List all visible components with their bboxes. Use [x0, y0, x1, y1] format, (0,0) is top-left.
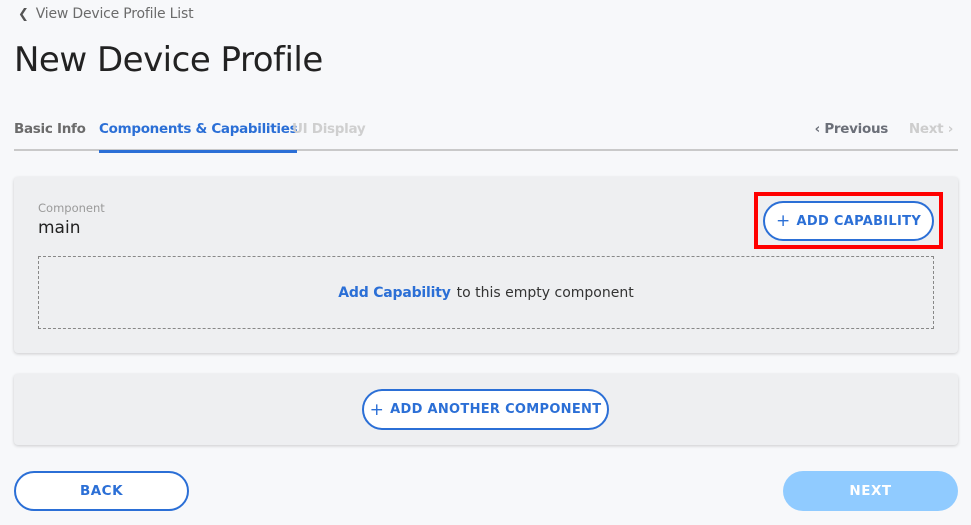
- previous-step-link[interactable]: ‹ Previous: [815, 121, 889, 137]
- add-capability-link[interactable]: Add Capability: [338, 285, 451, 301]
- plus-icon: +: [369, 399, 385, 420]
- add-another-component-button[interactable]: + ADD ANOTHER COMPONENT: [362, 389, 609, 430]
- next-button[interactable]: NEXT: [783, 471, 958, 511]
- add-component-card: + ADD ANOTHER COMPONENT: [14, 374, 958, 445]
- page-title: New Device Profile: [14, 40, 323, 80]
- component-name: main: [38, 218, 81, 238]
- back-to-list-link[interactable]: ❮ View Device Profile List: [18, 6, 194, 22]
- next-step-link[interactable]: Next ›: [909, 121, 953, 137]
- add-capability-label: ADD CAPABILITY: [796, 213, 922, 229]
- page: ❮ View Device Profile List New Device Pr…: [0, 0, 971, 525]
- back-link-label: View Device Profile List: [35, 6, 194, 22]
- step-tabs: Basic Info Components & Capabilities UI …: [14, 115, 958, 153]
- plus-icon: +: [775, 211, 791, 231]
- empty-component-text: to this empty component: [456, 284, 634, 301]
- tab-ui-display[interactable]: UI Display: [292, 121, 366, 151]
- add-capability-button[interactable]: + ADD CAPABILITY: [763, 201, 934, 241]
- tab-components-capabilities[interactable]: Components & Capabilities: [99, 121, 298, 153]
- back-button[interactable]: BACK: [14, 471, 189, 511]
- empty-capability-dropzone: Add Capability to this empty component: [38, 256, 934, 329]
- chevron-left-icon: ❮: [18, 6, 29, 22]
- tab-basic-info[interactable]: Basic Info: [14, 121, 86, 151]
- component-label: Component: [38, 201, 105, 215]
- add-another-component-label: ADD ANOTHER COMPONENT: [390, 402, 602, 417]
- component-card: Component main + ADD CAPABILITY Add Capa…: [14, 177, 958, 353]
